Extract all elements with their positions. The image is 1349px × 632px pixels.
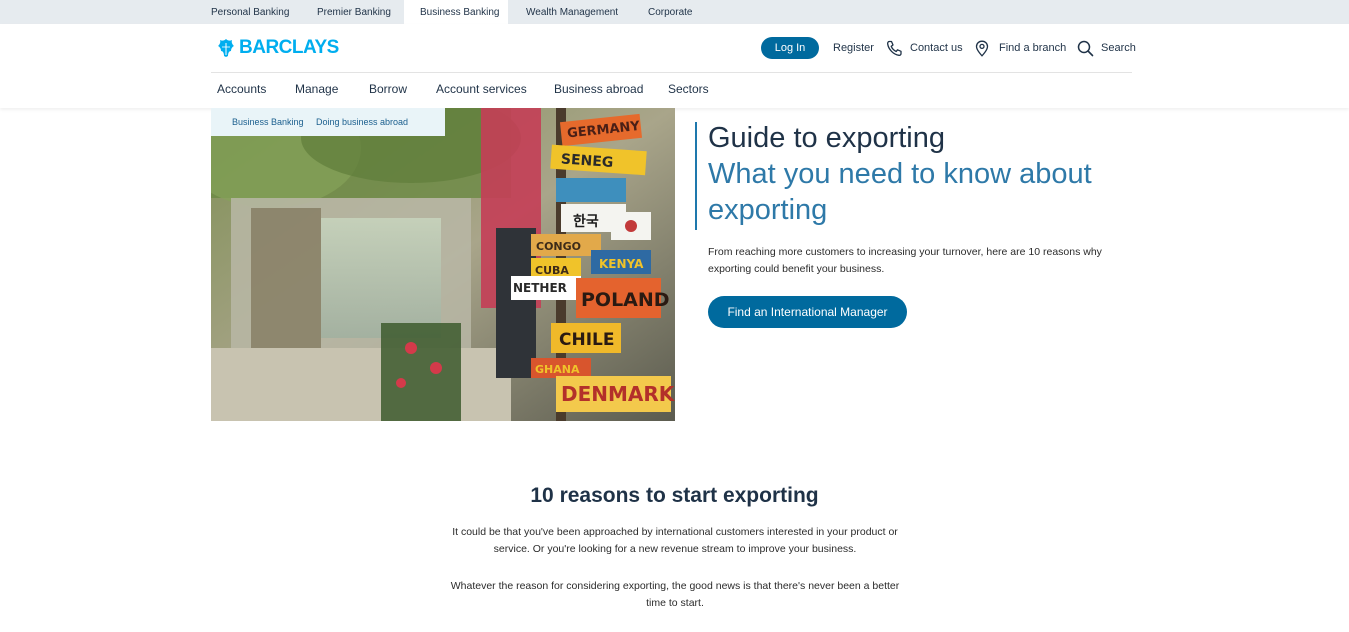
hero-image: GERMANY SENEG 한국 CONGO CUBA KENYA NETHER… [211,108,675,421]
search-label: Search [1101,42,1136,54]
hero-accent-rule [695,122,697,230]
nav-accounts[interactable]: Accounts [217,82,266,96]
svg-text:CHILE: CHILE [559,330,614,350]
breadcrumb: Business Banking Doing business abroad [211,108,445,136]
nav-manage[interactable]: Manage [295,82,338,96]
register-label: Register [833,42,874,54]
svg-text:한국: 한국 [573,214,599,230]
search-link[interactable]: Search [1077,37,1137,59]
svg-text:DENMARK: DENMARK [561,382,675,406]
segment-business-banking[interactable]: Business Banking [404,0,508,24]
nav-account-services[interactable]: Account services [436,82,527,96]
segment-bar: Personal Banking Premier Banking Busines… [0,0,1349,24]
section-title: 10 reasons to start exporting [530,484,819,507]
barclays-logo[interactable]: BARCLAYS [217,37,339,59]
contact-us-link[interactable]: Contact us [886,37,963,59]
segment-premier-banking[interactable]: Premier Banking [317,0,391,24]
segment-corporate[interactable]: Corporate [648,0,692,24]
login-button[interactable]: Log In [761,37,819,59]
phone-icon [887,40,902,56]
segment-personal-banking[interactable]: Personal Banking [211,0,289,24]
search-icon [1077,40,1094,57]
svg-text:POLAND: POLAND [581,289,670,311]
section-paragraph-1: It could be that you've been approached … [452,526,898,555]
svg-text:NETHER: NETHER [513,281,567,295]
breadcrumb-doing-business-abroad[interactable]: Doing business abroad [316,117,408,127]
nav-sectors[interactable]: Sectors [668,82,709,96]
location-pin-icon [975,40,989,57]
contact-us-label: Contact us [910,42,963,54]
hero-description: From reaching more customers to increasi… [708,246,1102,275]
eagle-logo-icon [218,39,234,57]
site-header: BARCLAYS Log In Register Contact us Find… [0,24,1349,108]
page-subtitle-line1: What you need to know about [708,158,1092,190]
header-divider [211,72,1132,73]
svg-text:CUBA: CUBA [535,264,569,277]
find-branch-label: Find a branch [999,42,1067,54]
find-branch-link[interactable]: Find a branch [975,37,1067,59]
find-international-manager-button[interactable]: Find an International Manager [708,296,907,328]
svg-text:GHANA: GHANA [535,363,580,376]
svg-text:CONGO: CONGO [536,240,581,253]
breadcrumb-business-banking[interactable]: Business Banking [232,117,304,127]
page-title: Guide to exporting [708,122,945,154]
svg-text:KENYA: KENYA [599,257,644,271]
nav-borrow[interactable]: Borrow [369,82,407,96]
register-link[interactable]: Register [833,37,874,59]
section-paragraph-2: Whatever the reason for considering expo… [450,580,900,609]
nav-business-abroad[interactable]: Business abroad [554,82,643,96]
logo-wordmark: BARCLAYS [239,37,339,58]
segment-wealth-management[interactable]: Wealth Management [526,0,618,24]
page-subtitle-line2: exporting [708,194,828,226]
